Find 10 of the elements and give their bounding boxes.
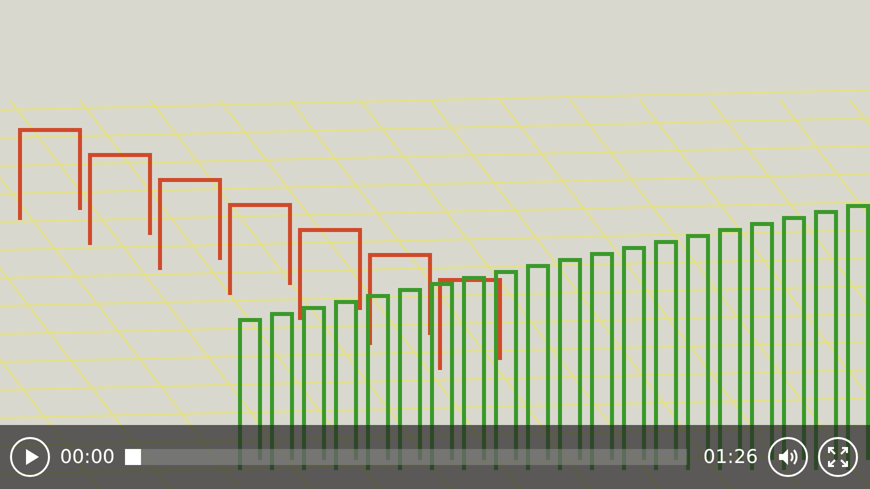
fullscreen-button[interactable] [818,437,858,477]
progress-thumb[interactable] [124,449,141,465]
speaker-icon [778,448,798,466]
play-icon [24,449,38,465]
play-button[interactable] [10,437,50,477]
volume-button[interactable] [768,437,808,477]
progress-track[interactable] [124,449,688,465]
duration-time: 01:26 [703,446,758,468]
elapsed-time: 00:00 [60,446,115,468]
fullscreen-icon [828,447,848,467]
